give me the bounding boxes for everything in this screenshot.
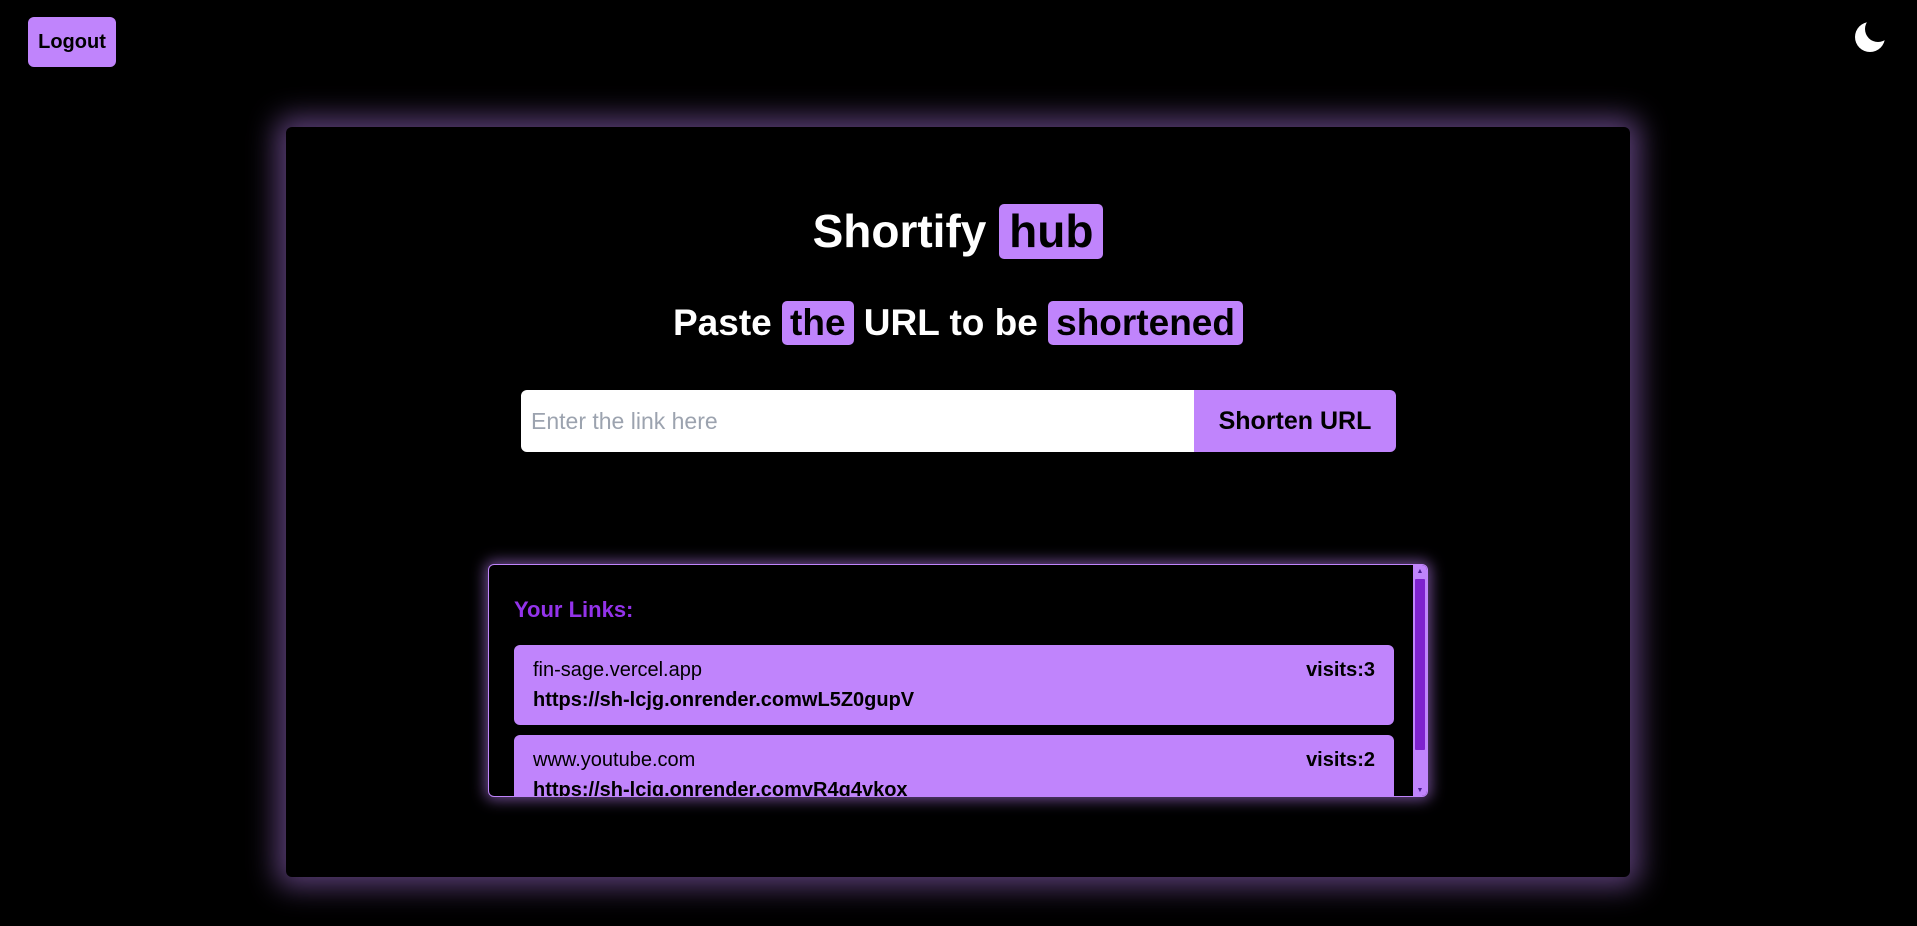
subtitle-word-1: Paste <box>673 302 772 343</box>
subtitle-highlight-1: the <box>782 301 854 346</box>
link-original-url: www.youtube.com <box>533 749 696 771</box>
links-list: Your Links: fin-sage.vercel.app https://… <box>489 565 1413 796</box>
logout-button[interactable]: Logout <box>28 17 116 67</box>
link-short-url[interactable]: https://sh-lcjg.onrender.comwL5Z0gupV <box>533 689 914 712</box>
url-input[interactable] <box>521 390 1194 452</box>
shorten-url-button[interactable]: Shorten URL <box>1194 390 1396 452</box>
page-subtitle: Paste the URL to be shortened <box>286 301 1630 346</box>
link-short-url[interactable]: https://sh-lcjg.onrender.comvR4g4vkox <box>533 779 908 796</box>
moon-icon <box>1855 16 1891 52</box>
link-original-url: fin-sage.vercel.app <box>533 659 702 681</box>
list-item[interactable]: www.youtube.com https://sh-lcjg.onrender… <box>514 735 1394 796</box>
scrollbar[interactable]: ▲ ▼ <box>1413 565 1427 796</box>
link-visits: visits:2 <box>1306 749 1375 771</box>
page-title: Shortify hub <box>286 204 1630 260</box>
shortener-card: Shortify hub Paste the URL to be shorten… <box>286 127 1630 877</box>
subtitle-word-2: URL to be <box>863 302 1038 343</box>
link-visits: visits:3 <box>1306 659 1375 681</box>
links-heading: Your Links: <box>514 597 634 622</box>
scroll-up-arrow-icon[interactable]: ▲ <box>1413 565 1427 577</box>
title-highlight: hub <box>999 204 1104 260</box>
subtitle-highlight-2: shortened <box>1048 301 1243 346</box>
links-panel[interactable]: Your Links: fin-sage.vercel.app https://… <box>488 564 1428 797</box>
scrollbar-thumb[interactable] <box>1415 579 1425 750</box>
list-item[interactable]: fin-sage.vercel.app https://sh-lcjg.onre… <box>514 645 1394 725</box>
scroll-down-arrow-icon[interactable]: ▼ <box>1413 784 1427 796</box>
title-main: Shortify <box>812 205 987 257</box>
theme-toggle[interactable] <box>1851 16 1891 56</box>
shorten-form: Shorten URL <box>521 390 1396 452</box>
